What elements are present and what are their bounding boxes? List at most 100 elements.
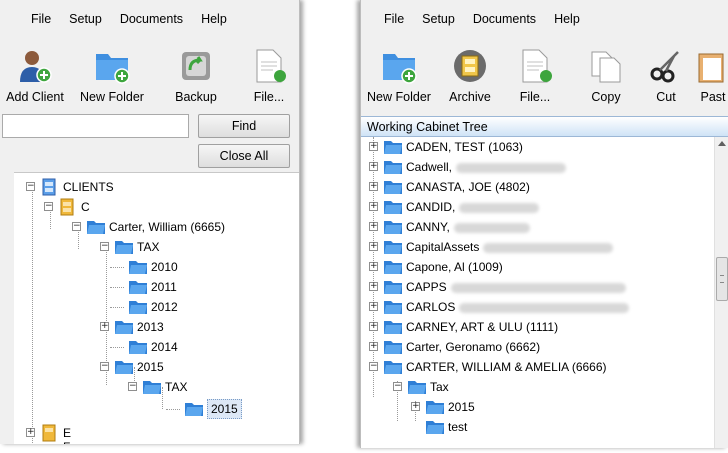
menu-documents[interactable]: Documents (464, 0, 545, 38)
scroll-up-arrow-icon[interactable] (718, 141, 726, 146)
tree-connector (110, 347, 124, 348)
collapse-icon[interactable]: − (100, 362, 109, 371)
add-client-icon (20, 51, 52, 83)
menu-setup[interactable]: Setup (60, 0, 111, 38)
collapse-icon[interactable]: − (369, 362, 378, 371)
redacted-text (450, 282, 626, 293)
folder-icon (384, 321, 402, 334)
folder-icon (115, 241, 133, 254)
cabinet-icon (42, 178, 56, 196)
copy-icon (591, 51, 621, 83)
vertical-scrollbar[interactable] (714, 137, 728, 448)
left-window: File Setup Documents Help Add Client New… (0, 0, 300, 444)
find-button[interactable]: Find (198, 114, 290, 138)
search-input[interactable] (2, 114, 189, 138)
collapse-icon[interactable]: − (26, 182, 35, 191)
collapse-icon[interactable]: − (44, 202, 53, 211)
expand-icon[interactable]: + (369, 242, 378, 251)
copy-button[interactable]: Copy (577, 38, 635, 110)
folder-icon (384, 301, 402, 314)
expand-icon[interactable]: + (369, 202, 378, 211)
menu-documents[interactable]: Documents (111, 0, 192, 38)
file-button[interactable]: File... (238, 38, 299, 110)
expand-icon[interactable]: + (369, 182, 378, 191)
expand-icon[interactable]: + (369, 142, 378, 151)
file-icon (522, 49, 552, 83)
folder-icon (115, 321, 133, 334)
redacted-text (456, 162, 567, 173)
collapse-icon[interactable]: − (72, 222, 81, 231)
folder-icon (143, 381, 161, 394)
collapse-icon[interactable]: − (100, 242, 109, 251)
collapse-icon[interactable]: − (393, 382, 402, 391)
folder-icon (384, 181, 402, 194)
folder-icon (384, 341, 402, 354)
folder-icon (408, 381, 426, 394)
expand-icon[interactable]: + (369, 282, 378, 291)
expand-icon[interactable]: + (369, 302, 378, 311)
close-all-button[interactable]: Close All (198, 144, 290, 168)
backup-button[interactable]: Backup (154, 38, 238, 110)
folder-icon (384, 141, 402, 154)
folder-icon (384, 241, 402, 254)
file-icon (256, 49, 286, 83)
folder-icon (115, 361, 133, 374)
new-folder-icon (96, 54, 130, 84)
redacted-text (453, 222, 530, 233)
new-folder-button[interactable]: New Folder (70, 38, 154, 110)
expand-icon[interactable]: + (26, 428, 35, 437)
expand-icon[interactable]: + (369, 162, 378, 171)
cut-button[interactable]: Cut (639, 38, 693, 110)
tree-connector (162, 387, 163, 409)
menu-file[interactable]: File (375, 0, 413, 38)
collapse-icon[interactable]: − (128, 382, 137, 391)
archive-cabinet-icon (454, 50, 486, 82)
folder-icon (384, 261, 402, 274)
expand-icon[interactable]: + (369, 222, 378, 231)
expand-icon[interactable]: + (369, 262, 378, 271)
menu-bar: File Setup Documents Help (0, 0, 299, 38)
folder-icon (87, 221, 105, 234)
toolbar: New Folder Archive File... Copy Cut Past (361, 38, 728, 110)
folder-icon (384, 361, 402, 374)
tree-connector (32, 187, 33, 443)
add-client-button[interactable]: Add Client (0, 38, 70, 110)
folder-icon (384, 201, 402, 214)
expand-icon[interactable]: + (369, 342, 378, 351)
tree-connector (110, 307, 124, 308)
tree-header: Working Cabinet Tree (361, 116, 728, 137)
folder-icon (384, 161, 402, 174)
folder-icon (129, 341, 147, 354)
expand-icon[interactable]: + (411, 402, 420, 411)
scroll-thumb[interactable] (716, 257, 728, 301)
menu-bar: File Setup Documents Help (361, 0, 728, 38)
redacted-text (459, 302, 630, 313)
folder-icon (384, 281, 402, 294)
folder-icon (426, 401, 444, 414)
cabinet-icon (42, 424, 56, 442)
menu-setup[interactable]: Setup (413, 0, 464, 38)
tree-connector (110, 287, 124, 288)
right-window: File Setup Documents Help New Folder Arc… (360, 0, 728, 448)
new-folder-button[interactable]: New Folder (361, 38, 437, 110)
folder-icon (129, 261, 147, 274)
menu-help[interactable]: Help (192, 0, 236, 38)
menu-file[interactable]: File (22, 0, 60, 38)
redacted-text (483, 242, 614, 253)
scissors-icon (650, 51, 679, 83)
cabinet-tree: + CADEN, TEST (1063) + Cadwell, + CANAST… (361, 137, 714, 448)
client-tree: − CLIENTS − C − Carter, William (6665) −… (14, 172, 299, 444)
archive-button[interactable]: Archive (437, 38, 503, 110)
folder-icon (185, 403, 203, 416)
folder-icon (129, 281, 147, 294)
paste-icon (698, 53, 724, 83)
file-button[interactable]: File... (503, 38, 567, 110)
paste-button[interactable]: Past (693, 38, 728, 110)
folder-icon (426, 421, 444, 434)
folder-icon (129, 301, 147, 314)
folder-icon (384, 221, 402, 234)
toolbar: Add Client New Folder Backup File... (0, 38, 299, 110)
expand-icon[interactable]: + (100, 322, 109, 331)
expand-icon[interactable]: + (369, 322, 378, 331)
menu-help[interactable]: Help (545, 0, 589, 38)
